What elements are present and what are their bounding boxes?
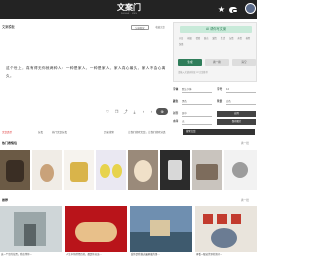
share-icon[interactable]: ⤴ (122, 108, 129, 115)
ai-button-row: 生成 换一换 清空 (178, 59, 256, 66)
meme-tile[interactable] (128, 150, 158, 190)
meme-tile[interactable] (32, 150, 62, 190)
ai-writer-panel: AI 帮你写文案 节日 祝福 情感 励志 爱情 生活 友情 亲情 搞笑 伤感 生… (173, 22, 257, 82)
star-icon[interactable]: ★ (217, 5, 226, 14)
size-label: 字号 (217, 88, 223, 91)
form-row-font: 字体 默认字体 字号 12 (173, 87, 257, 93)
avatar[interactable] (245, 3, 256, 14)
strip-history[interactable]: 历史搜索 (104, 130, 114, 135)
ai-tag[interactable]: 生活 (220, 36, 226, 40)
meme-tile[interactable] (0, 150, 30, 190)
ai-note: 请输入关键词获取 AI 文案推荐 (178, 71, 208, 74)
meme-tile[interactable] (64, 150, 94, 190)
copy-icon[interactable]: ❐ (113, 108, 120, 115)
more-icon[interactable]: › (148, 108, 155, 115)
ai-tag[interactable]: 搞笑 (245, 36, 251, 40)
color-label: 颜色 (173, 100, 179, 103)
section-more-recommend[interactable]: 换一批 (241, 198, 249, 202)
background-select[interactable]: 白色 (226, 99, 256, 105)
meme-tile[interactable] (192, 150, 222, 190)
ai-tag[interactable]: 节日 (178, 36, 184, 40)
share-image-button[interactable]: 分享图文 (131, 25, 149, 30)
ai-tag[interactable]: 励志 (203, 36, 209, 40)
generate-button[interactable]: 生成 (178, 59, 202, 66)
card-title: 文案模板 (2, 25, 15, 29)
photo-caption: 人生中你所经历的，都是你应该… (66, 253, 102, 256)
form-row-align: 对齐 居中 应用 (173, 111, 257, 117)
font-select[interactable]: 默认字体 (182, 87, 212, 93)
top-header: 文案门 WENAN · MEN ★ (0, 0, 257, 19)
watermark-label: 水印 (173, 120, 179, 123)
align-label: 对齐 (173, 112, 179, 115)
search-input[interactable]: 搜索文案 (183, 129, 255, 135)
heart-icon[interactable]: ♡ (104, 108, 111, 115)
ai-tag[interactable]: 友情 (228, 36, 234, 40)
color-select[interactable]: 黑色 (182, 99, 212, 105)
ai-tag[interactable]: 亲情 (236, 36, 242, 40)
ai-tag[interactable]: 情感 (195, 36, 201, 40)
meme-tile[interactable] (160, 150, 190, 190)
section-title-memes: 热门表情包 (2, 141, 18, 145)
meme-tile[interactable] (96, 150, 126, 190)
chevron-icon[interactable]: ‹ (140, 108, 147, 115)
photo-tile[interactable] (0, 206, 62, 252)
site-logo[interactable]: 文案门 (114, 3, 144, 12)
background-label: 背景 (217, 100, 223, 103)
photo-caption: 爱你是我做过最勇敢的事… (131, 253, 160, 256)
photo-tile[interactable] (65, 206, 127, 252)
chat-icon[interactable] (229, 5, 238, 14)
photo-caption: 这一个空的位置，我在等你… (1, 253, 33, 256)
quote-text: 这个世上，真有得无你就两种人：一种是家人，一种是家人，家人真心最久，家人不会心离… (6, 66, 166, 78)
ai-tag-list: 节日 祝福 情感 励志 爱情 生活 友情 亲情 搞笑 伤感 (178, 36, 256, 48)
photo-caption: 再看一眼这世界的美好… (196, 253, 223, 256)
font-label: 字体 (173, 88, 179, 91)
photo-tile[interactable] (195, 206, 257, 252)
strip-hot-category[interactable]: 热门文案分类 (52, 130, 67, 135)
photo-tile[interactable] (130, 206, 192, 252)
ai-tag[interactable]: 伤感 (178, 42, 184, 46)
favorite-button[interactable]: 收藏文案 (151, 25, 169, 30)
ai-tag[interactable]: 爱情 (211, 36, 217, 40)
meme-tile[interactable] (224, 150, 257, 190)
category-strip: 文案类型 分类 热门文案分类 历史搜索 让我们搜索文案，让我们搜索分类 搜索文案 (0, 128, 257, 137)
ai-panel-title[interactable]: AI 帮你写文案 (180, 26, 252, 33)
section-title-recommend: 推荐 (2, 198, 9, 202)
text-card: 文案模板 分享图文 收藏文案 这个世上，真有得无你就两种人：一种是家人，一种是家… (0, 19, 170, 125)
strip-fire-label[interactable]: 文案类型 (2, 130, 12, 135)
ai-tag[interactable]: 祝福 (186, 36, 192, 40)
strip-hint: 让我们搜索文案，让我们搜索分类 (128, 131, 166, 134)
watermark-select[interactable]: 无 (182, 119, 212, 125)
clear-button[interactable]: 清空 (232, 59, 256, 66)
add-button[interactable]: ⊕ (156, 108, 168, 115)
apply-button[interactable]: 应用 (217, 111, 256, 117)
strip-category[interactable]: 分类 (38, 130, 43, 135)
size-select[interactable]: 12 (226, 87, 256, 93)
download-icon[interactable]: ⤓ (131, 108, 138, 115)
site-logo-subtitle: WENAN · MEN (120, 13, 138, 15)
save-image-button[interactable]: 保存图片 (217, 119, 256, 125)
form-row-watermark: 水印 无 保存图片 (173, 119, 257, 125)
refresh-button[interactable]: 换一换 (205, 59, 229, 66)
form-row-color: 颜色 黑色 背景 白色 (173, 99, 257, 105)
section-more-memes[interactable]: 换一批 (241, 141, 249, 145)
align-select[interactable]: 居中 (182, 111, 212, 117)
